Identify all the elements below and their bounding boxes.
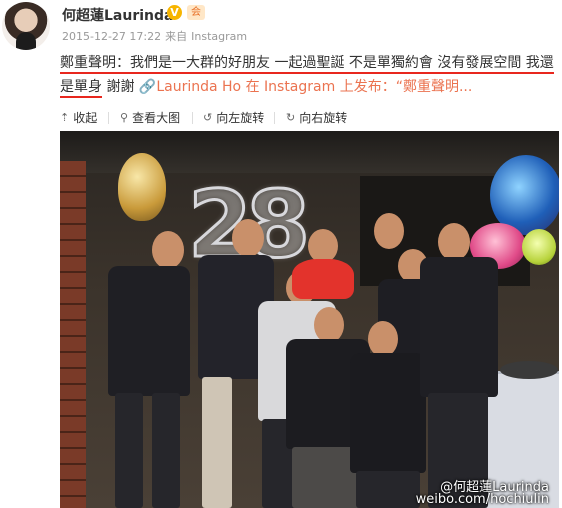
- post-meta: 2015-12-27 17:22 来自 Instagram: [62, 28, 251, 44]
- post-text-thanks: 謝謝: [102, 79, 139, 95]
- watermark-url: weibo.com/hochiulin: [415, 492, 549, 507]
- view-large-button[interactable]: ⚲ 查看大图: [120, 107, 180, 129]
- rotate-right-button[interactable]: ↻ 向右旋转: [286, 107, 347, 129]
- avatar[interactable]: [2, 2, 50, 50]
- photo-brick-wall: [60, 161, 86, 508]
- toolbar-divider: [274, 112, 275, 124]
- collapse-label: 收起: [73, 111, 98, 125]
- post-text-underlined-line1: 鄭重聲明：我們是一大群的好朋友 一起過聖誕 不是單獨約會 沒有發展空間 我還: [60, 55, 554, 74]
- member-badge-icon[interactable]: 会: [187, 5, 205, 20]
- rotate-left-icon: ↺: [203, 111, 213, 124]
- source-prefix: 来自: [165, 30, 188, 43]
- image-toolbar: ⇡ 收起 ⚲ 查看大图 ↺ 向左旋转 ↻ 向右旋转: [60, 107, 360, 129]
- user-name[interactable]: 何超蓮Laurinda: [62, 5, 173, 25]
- view-large-label: 查看大图: [132, 111, 181, 125]
- gold-balloon: [118, 153, 166, 221]
- source-link[interactable]: Laurinda Ho 在 Instagram 上发布：“鄭重聲明...: [156, 79, 472, 95]
- link-icon[interactable]: 🔗: [139, 79, 156, 95]
- rotate-right-icon: ↻: [286, 111, 296, 124]
- lime-balloon: [522, 229, 556, 265]
- verified-badge-icon: V: [167, 5, 182, 20]
- post-source: Instagram: [191, 30, 248, 43]
- rotate-left-button[interactable]: ↺ 向左旋转: [203, 107, 264, 129]
- toolbar-divider: [192, 112, 193, 124]
- post-timestamp[interactable]: 2015-12-27 17:22: [62, 30, 161, 43]
- post-text-underlined-line2: 是單身: [60, 79, 102, 98]
- toolbar-divider: [108, 112, 109, 124]
- rotate-right-label: 向右旋转: [299, 111, 348, 125]
- collapse-arrow-icon: ⇡: [60, 111, 70, 124]
- post-photo[interactable]: 28 @何超蓮Lau: [60, 131, 559, 508]
- photo-cake: [500, 361, 558, 379]
- post-text: 鄭重聲明：我們是一大群的好朋友 一起過聖誕 不是單獨約會 沒有發展空間 我還 是…: [60, 51, 555, 99]
- search-icon: ⚲: [120, 111, 129, 124]
- rotate-left-label: 向左旋转: [216, 111, 265, 125]
- collapse-button[interactable]: ⇡ 收起: [60, 107, 97, 129]
